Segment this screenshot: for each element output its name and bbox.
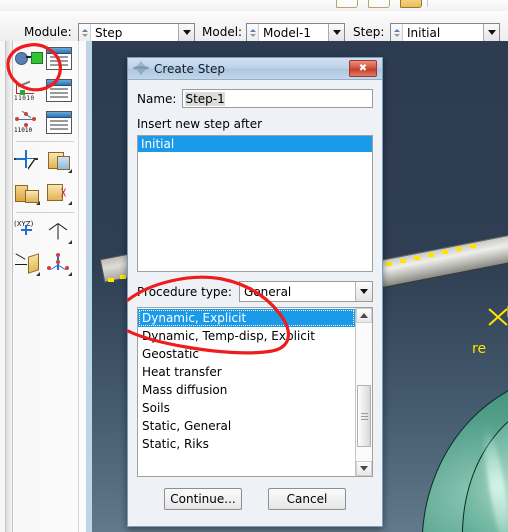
- model-spinner[interactable]: [247, 24, 259, 41]
- chevron-down-icon[interactable]: [328, 24, 344, 41]
- toolbox-row: [14, 45, 76, 71]
- model-value: Model-1: [263, 25, 311, 40]
- list-item[interactable]: Initial: [138, 136, 372, 152]
- open-folder-icon-1[interactable]: [336, 0, 358, 8]
- model-label: Model:: [202, 25, 243, 39]
- procedure-items: Dynamic, Explicit Dynamic, Temp-disp, Ex…: [138, 308, 355, 476]
- step-listbox[interactable]: Initial: [137, 135, 373, 272]
- bc-marker: [120, 275, 126, 279]
- toolbox-row: [14, 148, 76, 174]
- create-step-icon[interactable]: [14, 46, 43, 70]
- toolbox-row: 11010: [14, 109, 76, 135]
- bc-marker: [456, 247, 462, 251]
- step-value: Initial: [407, 25, 441, 40]
- module-value: Step: [95, 25, 123, 40]
- chevron-down-icon[interactable]: [355, 282, 372, 301]
- open-folder-icon-3[interactable]: [400, 0, 422, 8]
- bc-marker: [442, 250, 448, 254]
- open-folder-icon-2[interactable]: [368, 0, 390, 8]
- procedure-type-value: General: [243, 284, 292, 299]
- app-window: Module: Step Model: Model-1 Step: Initia…: [0, 0, 508, 532]
- toolbox-row: (XYZ): [14, 219, 76, 245]
- toolbox-separator: [16, 141, 74, 142]
- list-item[interactable]: Geostatic: [138, 345, 355, 363]
- module-context-bar: Module: Step Model: Model-1 Step: Initia…: [0, 11, 508, 42]
- toolbox-row: [14, 251, 76, 277]
- list-item[interactable]: Soils: [138, 399, 355, 417]
- create-step-dialog[interactable]: Create Step ✖ Name: Step-1 Insert new st…: [127, 57, 383, 527]
- bc-marker: [386, 262, 392, 266]
- datum-axis-icon[interactable]: [46, 220, 72, 244]
- toolbox-divider: [78, 41, 79, 532]
- create-surface-icon[interactable]: [14, 181, 40, 205]
- bc-marker: [108, 278, 114, 282]
- chevron-down-icon[interactable]: [178, 24, 194, 41]
- create-skin-icon[interactable]: [46, 181, 72, 205]
- history-output-manager-icon[interactable]: [46, 78, 72, 102]
- datum-plane-icon[interactable]: [14, 252, 40, 276]
- toolbar-separator: [427, 0, 428, 7]
- list-item[interactable]: Heat transfer: [138, 363, 355, 381]
- toolbox-row: [14, 180, 76, 206]
- field-output-icon[interactable]: 11010: [14, 110, 40, 134]
- bc-marker: [400, 259, 406, 263]
- close-icon[interactable]: ✖: [349, 60, 377, 77]
- cancel-button[interactable]: Cancel: [268, 488, 346, 510]
- scroll-down-button[interactable]: [356, 461, 372, 476]
- module-label: Module:: [24, 25, 72, 39]
- step-spinner[interactable]: [391, 24, 403, 41]
- bc-marker: [470, 244, 476, 248]
- module-spinner[interactable]: [79, 24, 91, 41]
- dialog-title: Create Step: [154, 61, 226, 76]
- field-output-manager-icon[interactable]: [46, 110, 72, 134]
- name-input-value: Step-1: [185, 91, 225, 106]
- abaqus-diamond-icon: [133, 61, 149, 76]
- set-selection-icon[interactable]: [14, 149, 40, 173]
- toolbox-separator: [16, 212, 74, 213]
- toolbox-row: 11010: [14, 77, 76, 103]
- chevron-down-icon[interactable]: [483, 24, 499, 41]
- viewport-label-partial: re: [472, 341, 487, 357]
- xyz-datum-icon[interactable]: (XYZ): [14, 220, 40, 244]
- module-combobox[interactable]: Step: [78, 23, 195, 42]
- list-item[interactable]: Static, General: [138, 417, 355, 435]
- step-manager-icon[interactable]: [46, 46, 72, 70]
- insert-after-label: Insert new step after: [137, 117, 263, 131]
- datum-csys-icon[interactable]: [46, 252, 72, 276]
- name-input[interactable]: Step-1: [182, 89, 373, 108]
- toolbox-rail: [5, 41, 13, 532]
- create-set-icon[interactable]: [46, 149, 72, 173]
- step-combobox[interactable]: Initial: [390, 23, 500, 42]
- continue-button[interactable]: Continue...: [164, 488, 242, 510]
- wiper-arm-geometry: [363, 213, 508, 291]
- bc-marker: [428, 253, 434, 257]
- procedure-listbox[interactable]: Dynamic, Explicit Dynamic, Temp-disp, Ex…: [137, 307, 373, 477]
- name-label: Name:: [137, 91, 177, 106]
- step-label: Step:: [353, 25, 385, 39]
- list-item[interactable]: Dynamic, Explicit: [138, 309, 355, 327]
- list-item[interactable]: Static, Riks: [138, 435, 355, 453]
- scroll-up-button[interactable]: [356, 308, 372, 323]
- history-output-icon[interactable]: 11010: [14, 78, 40, 102]
- bc-marker: [414, 256, 420, 260]
- procedure-type-row: Procedure type: General: [137, 281, 373, 302]
- scrollbar-track[interactable]: [356, 323, 372, 461]
- name-row: Name: Step-1: [137, 89, 373, 108]
- procedure-type-label: Procedure type:: [137, 284, 232, 299]
- scrollbar-thumb[interactable]: [357, 385, 371, 447]
- reference-point-marker: [486, 306, 508, 328]
- module-toolbox: 11010 11010 (XYZ): [0, 41, 87, 532]
- model-combobox[interactable]: Model-1: [246, 23, 345, 42]
- procedure-type-dropdown[interactable]: General: [238, 281, 373, 302]
- list-item[interactable]: Dynamic, Temp-disp, Explicit: [138, 327, 355, 345]
- dialog-title-bar[interactable]: Create Step ✖: [128, 58, 382, 80]
- list-item[interactable]: Mass diffusion: [138, 381, 355, 399]
- procedure-scrollbar[interactable]: [355, 308, 372, 476]
- dialog-body: Name: Step-1 Insert new step after Initi…: [128, 80, 382, 510]
- dialog-footer: Continue... Cancel: [137, 477, 373, 510]
